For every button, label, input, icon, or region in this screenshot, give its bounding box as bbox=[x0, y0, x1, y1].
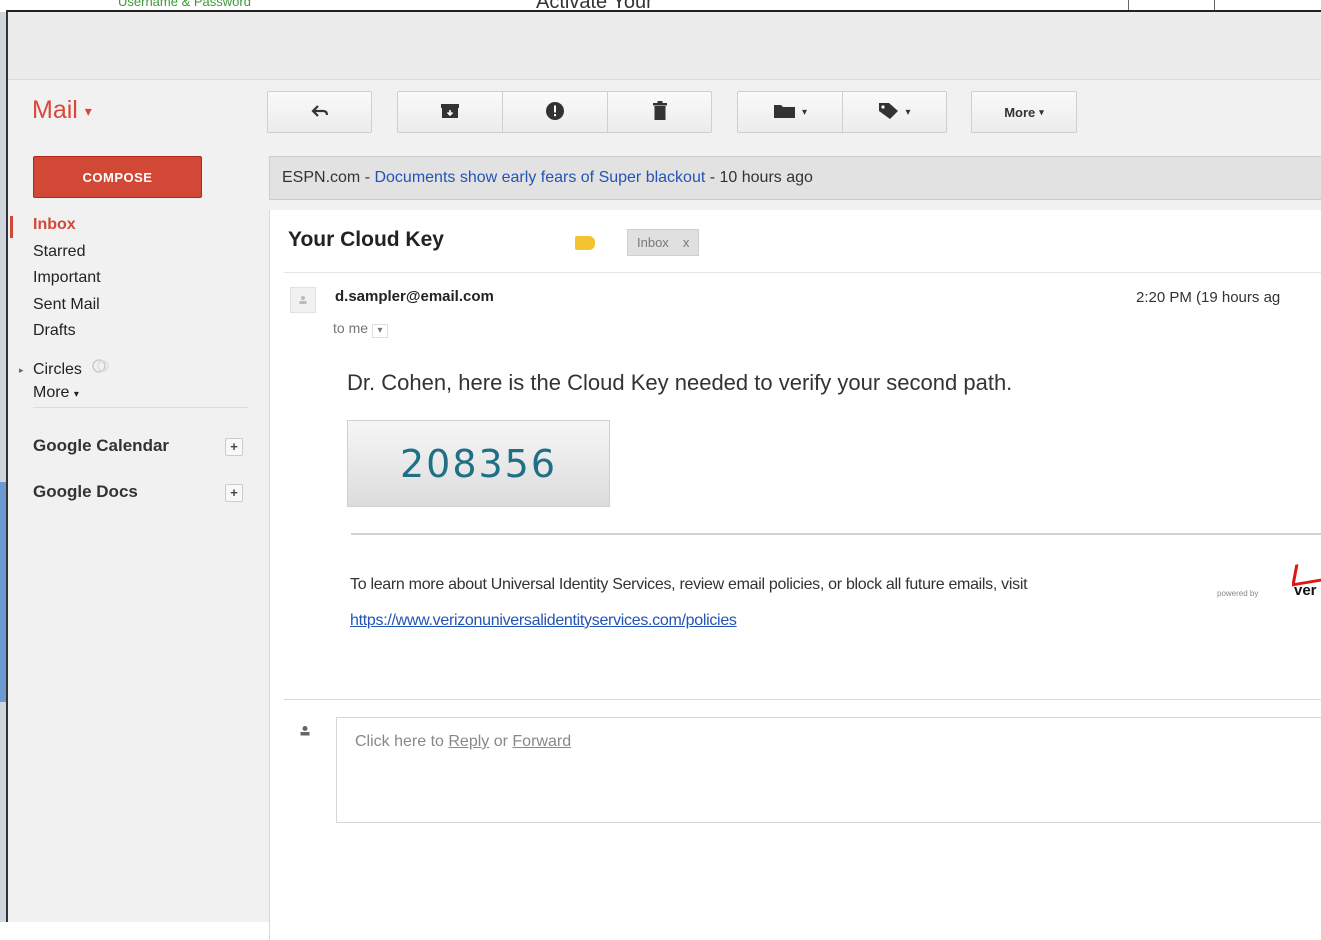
sidebar-nav: Inbox Starred Important Sent Mail Drafts… bbox=[10, 212, 248, 407]
section-label: Google Docs bbox=[33, 482, 138, 501]
verizon-wordmark: ver bbox=[1294, 582, 1317, 599]
sidebar-item-label: Starred bbox=[33, 242, 86, 260]
label-chip-text: Inbox bbox=[637, 235, 669, 250]
more-label: More bbox=[1004, 104, 1036, 120]
footer-text: To learn more about Universal Identity S… bbox=[350, 576, 1028, 593]
chevron-down-icon: ▾ bbox=[73, 389, 79, 400]
reply-divider bbox=[284, 699, 1321, 700]
web-clip-separator: - bbox=[360, 169, 375, 186]
compose-button[interactable]: COMPOSE bbox=[33, 156, 202, 198]
reply-prompt-or: or bbox=[489, 733, 513, 750]
forward-link[interactable]: Forward bbox=[512, 733, 571, 750]
cloud-key-box: 208356 bbox=[347, 420, 610, 507]
sidebar-item-important[interactable]: Important bbox=[33, 265, 248, 292]
web-clip-source: ESPN.com bbox=[282, 169, 361, 186]
sender-avatar bbox=[290, 287, 316, 313]
report-spam-icon bbox=[545, 101, 565, 124]
message-timestamp: 2:20 PM (19 hours ag bbox=[1136, 289, 1281, 306]
policies-link[interactable]: https://www.verizonuniversalidentityserv… bbox=[350, 612, 737, 630]
recipient-text: to me bbox=[333, 320, 369, 336]
sidebar-item-drafts[interactable]: Drafts bbox=[33, 318, 248, 345]
report-spam-button[interactable] bbox=[502, 91, 607, 133]
web-clip-headline-link[interactable]: Documents show early fears of Super blac… bbox=[374, 169, 705, 186]
sidebar-item-starred[interactable]: Starred bbox=[33, 239, 248, 266]
section-label: Google Calendar bbox=[33, 436, 170, 455]
sidebar-section-google-calendar[interactable]: Google Calendar + bbox=[33, 436, 243, 456]
inbox-label-chip[interactable]: Inbox x bbox=[627, 229, 700, 256]
recipient-line: to me ▾ bbox=[333, 320, 389, 338]
move-to-button[interactable]: ▾ bbox=[737, 91, 842, 133]
reply-link[interactable]: Reply bbox=[448, 733, 489, 750]
web-clip-age: - 10 hours ago bbox=[705, 169, 813, 186]
subject-divider bbox=[284, 272, 1321, 273]
circles-icon bbox=[92, 357, 110, 383]
show-details-icon[interactable]: ▾ bbox=[372, 324, 389, 338]
message-subject: Your Cloud Key bbox=[288, 228, 444, 251]
powered-by-text: powered by bbox=[1217, 589, 1259, 598]
top-bar bbox=[8, 12, 1321, 80]
add-icon[interactable]: + bbox=[225, 484, 243, 502]
reply-box[interactable]: Click here to Reply or Forward bbox=[336, 717, 1321, 823]
gmail-window: Mail ▾ ▾ ▾ More ▾ COMPOSE Inbox Starred … bbox=[6, 10, 1321, 940]
sidebar-item-more[interactable]: More ▾ bbox=[33, 380, 248, 407]
more-button[interactable]: More ▾ bbox=[971, 91, 1077, 133]
mail-title: Mail bbox=[32, 96, 78, 124]
archive-icon bbox=[440, 103, 460, 122]
reply-prompt: Click here to Reply or Forward bbox=[355, 733, 571, 751]
message-body-text: Dr. Cohen, here is the Cloud Key needed … bbox=[347, 370, 1013, 395]
sender-email[interactable]: d.sampler@email.com bbox=[335, 288, 494, 305]
web-clip-bar[interactable]: ESPN.com - Documents show early fears of… bbox=[269, 156, 1321, 200]
delete-button[interactable] bbox=[607, 91, 712, 133]
sidebar-item-sent-mail[interactable]: Sent Mail bbox=[33, 292, 248, 319]
verizon-logo: ver bbox=[1292, 562, 1321, 602]
important-marker-icon[interactable] bbox=[575, 236, 595, 250]
cloud-key-value: 208356 bbox=[399, 441, 558, 486]
add-icon[interactable]: + bbox=[225, 438, 243, 456]
sidebar-item-inbox[interactable]: Inbox bbox=[10, 212, 248, 239]
sidebar-item-label: Sent Mail bbox=[33, 295, 100, 313]
sidebar-item-label: Circles bbox=[33, 360, 82, 378]
labels-button[interactable]: ▾ bbox=[842, 91, 947, 133]
trash-icon bbox=[652, 100, 668, 124]
active-indicator bbox=[10, 216, 13, 238]
reply-prompt-prefix: Click here to bbox=[355, 733, 449, 750]
label-tag-icon bbox=[878, 102, 900, 123]
remove-label-icon[interactable]: x bbox=[683, 235, 690, 250]
background-link-text: Username & Password bbox=[118, 0, 251, 9]
archive-button[interactable] bbox=[397, 91, 502, 133]
chevron-down-icon: ▾ bbox=[84, 102, 92, 119]
reply-button[interactable] bbox=[267, 91, 372, 133]
chevron-down-icon: ▾ bbox=[905, 106, 911, 118]
chevron-down-icon: ▾ bbox=[801, 106, 808, 118]
sidebar-section-google-docs[interactable]: Google Docs + bbox=[33, 482, 243, 502]
sidebar-item-label: More bbox=[33, 384, 70, 401]
folder-icon bbox=[773, 103, 797, 122]
body-divider bbox=[351, 533, 1321, 535]
reply-icon bbox=[310, 104, 329, 121]
sidebar-divider bbox=[33, 407, 248, 408]
sidebar-item-label: Important bbox=[33, 269, 101, 286]
expand-arrow-icon[interactable]: ▸ bbox=[19, 357, 24, 383]
sidebar-item-label: Inbox bbox=[33, 216, 76, 233]
message-panel: Your Cloud Key Inbox x d.sampler@email.co… bbox=[269, 210, 1321, 940]
sidebar-item-label: Drafts bbox=[33, 322, 76, 339]
chevron-down-icon: ▾ bbox=[1039, 106, 1044, 117]
user-avatar-icon bbox=[292, 718, 318, 744]
main-content: ESPN.com - Documents show early fears of… bbox=[269, 152, 1321, 940]
mail-menu[interactable]: Mail ▾ bbox=[32, 96, 92, 125]
